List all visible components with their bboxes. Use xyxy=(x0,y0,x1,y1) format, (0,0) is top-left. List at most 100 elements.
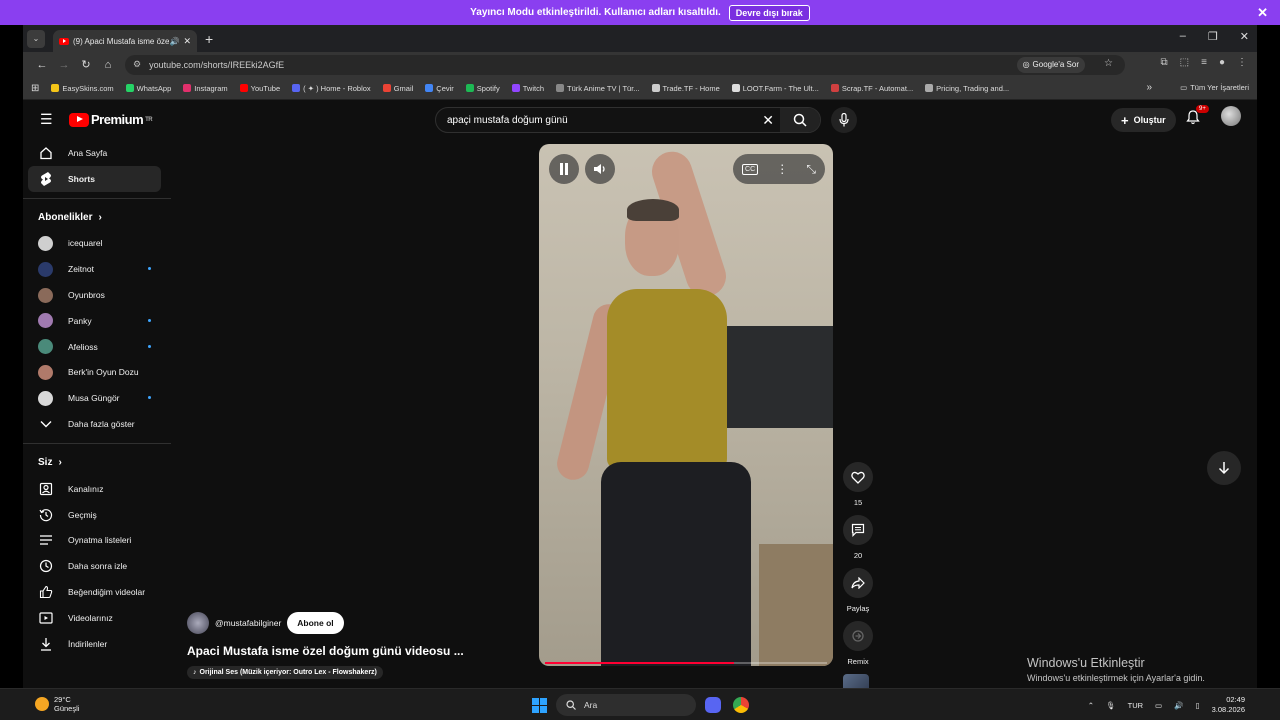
taskbar-search[interactable]: Ara xyxy=(556,694,696,716)
google-ask-button[interactable]: ◎ Google'a Sor xyxy=(1016,56,1085,73)
chevron-up-icon[interactable]: ⌃ xyxy=(1088,701,1094,710)
sidebar-item-subscription[interactable]: Musa Güngör xyxy=(23,385,171,411)
clock[interactable]: 02:49 3.08.2026 xyxy=(1212,695,1245,715)
you-heading[interactable]: Siz › xyxy=(23,450,171,476)
sidebar-item-subscription[interactable]: Berk'in Oyun Dozu xyxy=(23,360,171,386)
all-bookmarks[interactable]: ▭ Tüm Yer İşaretleri xyxy=(1180,83,1249,92)
video-progress-bar[interactable] xyxy=(545,662,827,664)
sidebar-item-watch-later[interactable]: Daha sonra izle xyxy=(23,553,171,579)
next-short-button[interactable] xyxy=(1207,451,1241,485)
audio-chip[interactable]: ♪ Orijinal Ses (Müzik içeriyor: Outro Le… xyxy=(187,666,383,679)
channel-avatar[interactable] xyxy=(187,612,209,634)
subscribe-button[interactable]: Abone ol xyxy=(287,612,344,634)
volume-icon[interactable]: 🔊 xyxy=(1174,701,1183,710)
comment-button[interactable] xyxy=(843,515,873,545)
sidebar-item-subscription[interactable]: Panky xyxy=(23,308,171,334)
forward-icon[interactable]: → xyxy=(53,59,75,71)
like-button[interactable] xyxy=(843,462,873,492)
mic-button[interactable] xyxy=(831,107,857,133)
menu-icon[interactable]: ⋮ xyxy=(1237,57,1247,68)
tab-close-icon[interactable]: ✕ xyxy=(183,36,191,47)
windows-start-icon[interactable] xyxy=(532,698,547,713)
weather-widget[interactable]: 29°C Güneşli xyxy=(35,695,79,713)
site-info-icon[interactable]: ⚙ xyxy=(133,59,141,70)
youtube-logo[interactable]: Premium TR xyxy=(69,112,153,127)
bookmark-item[interactable]: Çevir xyxy=(425,84,454,93)
bookmark-item[interactable]: ( ✦ ) Home - Roblox xyxy=(292,84,371,93)
back-icon[interactable]: ← xyxy=(31,59,53,71)
battery-icon[interactable]: ▯ xyxy=(1195,701,1199,710)
disable-button[interactable]: Devre dışı bırak xyxy=(728,4,810,21)
share-button[interactable] xyxy=(843,568,873,598)
hamburger-icon[interactable]: ☰ xyxy=(40,111,53,128)
remix-button[interactable] xyxy=(843,621,873,651)
maximize-icon[interactable]: ❐ xyxy=(1208,30,1218,43)
sidebar-item-subscription[interactable]: Zeitnot xyxy=(23,256,171,282)
search-input[interactable]: apaçi mustafa doğum günü ✕ xyxy=(435,107,821,133)
fullscreen-icon[interactable]: ⤡ xyxy=(806,162,816,177)
sidebar-item-label: Musa Güngör xyxy=(68,393,120,404)
bookmark-item[interactable]: WhatsApp xyxy=(125,84,171,93)
tab-search-icon[interactable]: ⌄ xyxy=(27,29,45,48)
sidebar-item-history[interactable]: Geçmiş xyxy=(23,502,171,528)
chrome-icon[interactable] xyxy=(733,697,749,713)
banner-text: Yayıncı Modu etkinleştirildi. Kullanıcı … xyxy=(470,7,721,18)
sidebar-item-your-videos[interactable]: Videolarınız xyxy=(23,605,171,631)
search-button[interactable] xyxy=(780,108,820,132)
bookmark-item[interactable]: Gmail xyxy=(382,84,413,93)
extension-icon[interactable]: ⧉ xyxy=(1161,57,1168,68)
volume-button[interactable] xyxy=(585,154,615,184)
video-title[interactable]: Apaci Mustafa isme özel doğum günü video… xyxy=(187,644,487,658)
show-more-button[interactable]: Daha fazla göster xyxy=(23,411,171,437)
window-close-icon[interactable]: ✕ xyxy=(1240,30,1249,43)
active-tab[interactable]: (9) Apaci Mustafa isme özel 🔊 ✕ xyxy=(53,30,197,52)
bookmark-item[interactable]: LOOT.Farm - The Ult... xyxy=(731,84,819,93)
chevron-right-icon[interactable]: » xyxy=(1146,82,1152,93)
bookmark-item[interactable]: Instagram xyxy=(183,84,228,93)
create-button[interactable]: + Oluştur xyxy=(1111,108,1176,132)
sidebar-item-subscription[interactable]: icequarel xyxy=(23,231,171,257)
minimize-icon[interactable]: – xyxy=(1180,30,1186,43)
avatar[interactable] xyxy=(1221,106,1241,126)
bookmark-item[interactable]: Trade.TF - Home xyxy=(651,84,720,93)
sidebar-item-liked-videos[interactable]: Beğendiğim videolar xyxy=(23,579,171,605)
bookmark-item[interactable]: Twitch xyxy=(511,84,544,93)
network-icon[interactable]: ▭ xyxy=(1155,701,1162,710)
bookmark-item[interactable]: Scrap.TF - Automat... xyxy=(830,84,913,93)
url-field[interactable]: ⚙ youtube.com/shorts/IREEki2AGfE ◎ Google… xyxy=(125,54,1125,75)
sidebar-item-downloads[interactable]: İndirilenler xyxy=(23,631,171,657)
captions-icon[interactable]: CC xyxy=(742,163,759,175)
sidebar-item-subscription[interactable]: Oyunbros xyxy=(23,282,171,308)
reload-icon[interactable]: ↻ xyxy=(75,58,97,71)
more-options-icon[interactable]: ⋮ xyxy=(776,162,788,176)
bookmark-item[interactable]: Türk Anime TV | Tür... xyxy=(556,84,640,93)
bookmark-item[interactable]: Spotify xyxy=(465,84,500,93)
bookmark-star-icon[interactable]: ☆ xyxy=(1104,58,1113,69)
bookmark-item[interactable]: Pricing, Trading and... xyxy=(925,84,1009,93)
bookmark-item[interactable]: EasySkins.com xyxy=(51,84,114,93)
clear-icon[interactable]: ✕ xyxy=(762,112,774,129)
subscriptions-heading[interactable]: Abonelikler › xyxy=(23,205,171,231)
media-control-icon[interactable]: ≡ xyxy=(1201,57,1207,68)
sidebar-item-subscription[interactable]: Afelioss xyxy=(23,334,171,360)
speaker-icon[interactable]: 🔊 xyxy=(169,37,179,46)
puzzle-icon[interactable]: ⬚ xyxy=(1180,57,1189,68)
clock-icon xyxy=(38,558,54,574)
bookmark-item[interactable]: YouTube xyxy=(239,84,280,93)
apps-icon[interactable]: ⊞ xyxy=(31,83,39,94)
profile-icon[interactable]: ● xyxy=(1219,57,1225,68)
channel-name[interactable]: @mustafabilginer xyxy=(215,618,281,628)
home-icon[interactable]: ⌂ xyxy=(97,59,119,71)
sidebar-item-shorts[interactable]: Shorts xyxy=(28,165,161,192)
close-icon[interactable]: ✕ xyxy=(1257,5,1268,21)
mic-icon[interactable]: 🎙 xyxy=(1106,701,1116,710)
pause-button[interactable] xyxy=(549,154,579,184)
new-tab-icon[interactable]: + xyxy=(205,31,213,47)
sidebar-item-playlists[interactable]: Oynatma listeleri xyxy=(23,528,171,554)
discord-icon[interactable] xyxy=(705,697,721,713)
sidebar-item-home[interactable]: Ana Sayfa xyxy=(23,140,171,166)
shorts-video-player[interactable]: CC ⋮ ⤡ xyxy=(539,144,833,666)
notifications-button[interactable]: 9+ xyxy=(1186,105,1209,130)
language-indicator[interactable]: TUR xyxy=(1128,701,1143,710)
sidebar-item-channel[interactable]: Kanalınız xyxy=(23,476,171,502)
